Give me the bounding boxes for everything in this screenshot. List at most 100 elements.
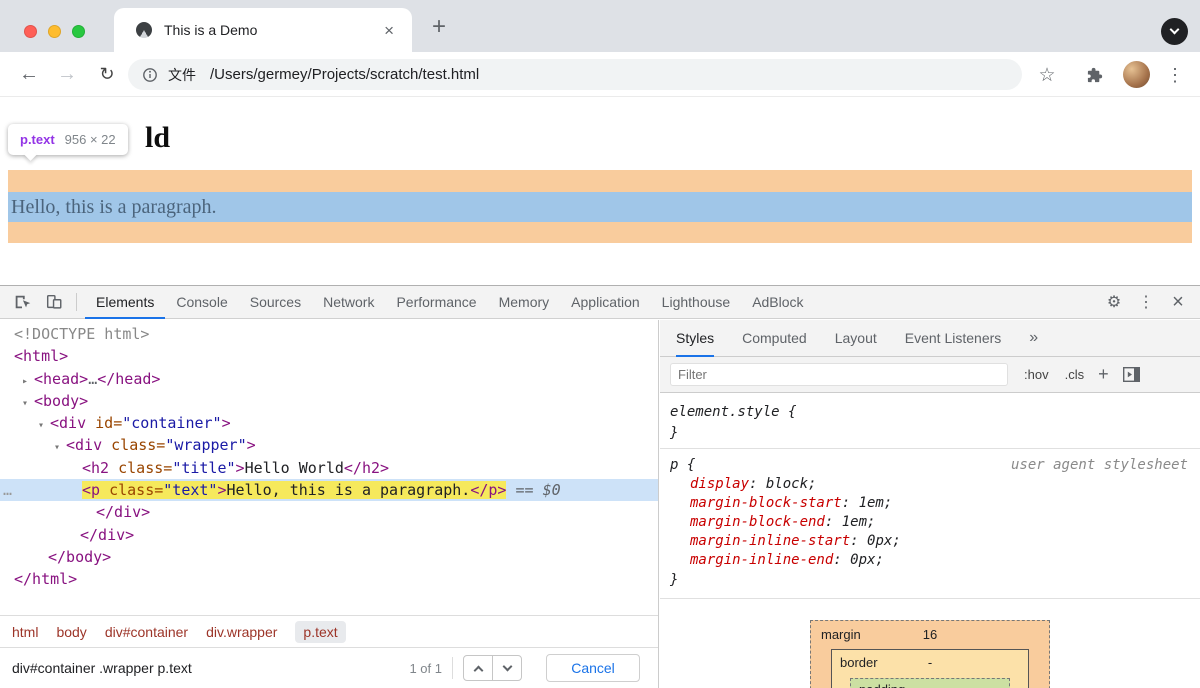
dom-tree-line[interactable]: ▾ <div id="container"> bbox=[0, 412, 658, 434]
page-heading-clipped: ld bbox=[145, 121, 171, 154]
url-text[interactable]: /Users/germey/Projects/scratch/test.html bbox=[210, 66, 479, 83]
css-declaration[interactable]: margin-block-start: 1em; bbox=[670, 494, 1190, 513]
device-toolbar-icon[interactable] bbox=[40, 288, 68, 316]
find-next-button[interactable] bbox=[492, 655, 522, 681]
reload-button[interactable]: ↻ bbox=[94, 61, 120, 87]
devtools-toolbar: Elements Console Sources Network Perform… bbox=[0, 286, 1200, 319]
find-input[interactable] bbox=[12, 660, 342, 676]
dom-tree: <!DOCTYPE html> <html> ▸ <head>…</head> ▾… bbox=[0, 320, 658, 615]
dom-tree-line[interactable]: <!DOCTYPE html> bbox=[0, 323, 658, 345]
tab-network[interactable]: Network bbox=[312, 286, 385, 319]
find-bar-divider bbox=[452, 657, 453, 679]
rule-selector[interactable]: p { bbox=[670, 455, 695, 475]
breadcrumb-p-text[interactable]: p.text bbox=[295, 620, 346, 643]
address-bar[interactable]: 文件 /Users/germey/Projects/scratch/test.h… bbox=[128, 59, 1022, 90]
info-icon[interactable] bbox=[142, 67, 158, 83]
breadcrumb-html[interactable]: html bbox=[12, 624, 38, 640]
page-viewport: ld p.text 956 × 22 Hello, this is a para… bbox=[0, 97, 1200, 285]
devtools-body: <!DOCTYPE html> <html> ▸ <head>…</head> ▾… bbox=[0, 320, 1200, 688]
tab-sources[interactable]: Sources bbox=[239, 286, 312, 319]
highlighted-paragraph[interactable]: Hello, this is a paragraph. bbox=[8, 192, 1192, 222]
navigation-bar: ← → ↻ 文件 /Users/germey/Projects/scratch/… bbox=[0, 52, 1200, 97]
elements-pane: <!DOCTYPE html> <html> ▸ <head>…</head> ▾… bbox=[0, 320, 659, 688]
new-style-rule-icon[interactable]: + bbox=[1098, 364, 1109, 385]
dom-tree-line[interactable]: </html> bbox=[0, 568, 658, 590]
tab-elements[interactable]: Elements bbox=[85, 286, 165, 319]
box-model-diagram[interactable]: margin 16 border - padding bbox=[810, 620, 1050, 688]
tab-overflow-icon[interactable]: » bbox=[1029, 329, 1038, 347]
tab-favicon-icon bbox=[136, 22, 152, 38]
user-agent-rule[interactable]: p { user agent stylesheet display: block… bbox=[660, 449, 1200, 598]
dom-tree-line[interactable]: </div> bbox=[0, 524, 658, 546]
tab-performance[interactable]: Performance bbox=[385, 286, 487, 319]
toggle-hover-state-button[interactable]: :hov bbox=[1024, 367, 1049, 382]
devtools-close-icon[interactable]: × bbox=[1164, 288, 1192, 316]
tab-console[interactable]: Console bbox=[165, 286, 238, 319]
chevron-up-icon bbox=[473, 665, 483, 675]
dom-tree-line[interactable]: <h2 class="title">Hello World</h2> bbox=[0, 457, 658, 479]
css-declaration[interactable]: display: block; bbox=[670, 475, 1190, 494]
back-button[interactable]: ← bbox=[16, 61, 42, 87]
scheme-label: 文件 bbox=[168, 66, 196, 83]
tab-computed[interactable]: Computed bbox=[742, 320, 807, 357]
dom-tree-line-selected[interactable]: … <p class="text">Hello, this is a paragr… bbox=[0, 479, 658, 502]
toggle-sidebar-icon[interactable] bbox=[1122, 367, 1140, 382]
breadcrumb: html body div#container div.wrapper p.te… bbox=[0, 615, 658, 647]
styles-filter-input[interactable] bbox=[670, 363, 1008, 386]
find-previous-button[interactable] bbox=[463, 655, 493, 681]
tab-adblock[interactable]: AdBlock bbox=[741, 286, 814, 319]
more-actions-indicator[interactable]: … bbox=[3, 479, 12, 501]
browser-update-chevron-button[interactable] bbox=[1161, 18, 1188, 45]
tooltip-caret bbox=[24, 148, 37, 161]
tab-styles[interactable]: Styles bbox=[676, 320, 714, 357]
chevron-down-icon bbox=[502, 661, 512, 672]
highlight-margin-top bbox=[8, 170, 1192, 192]
forward-button[interactable]: → bbox=[54, 61, 80, 87]
tooltip-selector: p.text bbox=[20, 132, 55, 147]
browser-menu-kebab-icon[interactable]: ⋮ bbox=[1162, 62, 1188, 88]
tab-layout[interactable]: Layout bbox=[835, 320, 877, 357]
dom-tree-line[interactable]: ▾ <body> bbox=[0, 390, 658, 412]
browser-tab[interactable]: This is a Demo × bbox=[114, 8, 412, 52]
profile-avatar[interactable] bbox=[1123, 61, 1150, 88]
traffic-light-fullscreen[interactable] bbox=[72, 25, 85, 38]
box-model-border-top-value[interactable]: - bbox=[832, 655, 1028, 670]
highlight-margin-bottom bbox=[8, 222, 1192, 243]
box-model-padding-box[interactable]: padding bbox=[850, 678, 1010, 688]
tab-close-icon[interactable]: × bbox=[380, 20, 398, 41]
css-declaration[interactable]: margin-inline-start: 0px; bbox=[670, 532, 1190, 551]
breadcrumb-div-wrapper[interactable]: div.wrapper bbox=[206, 624, 277, 640]
dom-tree-line[interactable]: ▸ <head>…</head> bbox=[0, 368, 658, 390]
dom-tree-line[interactable]: </div> bbox=[0, 501, 658, 523]
tab-application[interactable]: Application bbox=[560, 286, 651, 319]
element-style-rule[interactable]: element.style { } bbox=[660, 394, 1200, 448]
tab-event-listeners[interactable]: Event Listeners bbox=[905, 320, 1002, 357]
element-style-open[interactable]: element.style { bbox=[670, 402, 1200, 423]
css-declaration[interactable]: margin-block-end: 1em; bbox=[670, 513, 1190, 532]
tab-lighthouse[interactable]: Lighthouse bbox=[651, 286, 742, 319]
rule-divider bbox=[660, 598, 1200, 599]
toggle-class-button[interactable]: .cls bbox=[1065, 367, 1085, 382]
bookmark-star-icon[interactable]: ☆ bbox=[1034, 62, 1060, 88]
devtools-panel: Elements Console Sources Network Perform… bbox=[0, 285, 1200, 688]
dom-tree-line[interactable]: ▾ <div class="wrapper"> bbox=[0, 434, 658, 456]
devtools-settings-gear-icon[interactable]: ⚙ bbox=[1100, 288, 1128, 316]
box-model-border-box[interactable]: border - padding bbox=[831, 649, 1029, 688]
styles-content: element.style { } p { user agent stylesh… bbox=[660, 394, 1200, 688]
dom-tree-line[interactable]: </body> bbox=[0, 546, 658, 568]
styles-tab-bar: Styles Computed Layout Event Listeners » bbox=[660, 320, 1200, 357]
dom-tree-line[interactable]: <html> bbox=[0, 345, 658, 367]
traffic-light-close[interactable] bbox=[24, 25, 37, 38]
box-model-margin-top-value[interactable]: 16 bbox=[811, 627, 1049, 642]
breadcrumb-div-container[interactable]: div#container bbox=[105, 624, 188, 640]
inspect-element-icon[interactable] bbox=[8, 288, 36, 316]
devtools-menu-kebab-icon[interactable]: ⋮ bbox=[1132, 288, 1160, 316]
extensions-puzzle-icon[interactable] bbox=[1082, 62, 1108, 88]
cancel-button[interactable]: Cancel bbox=[546, 654, 640, 682]
traffic-light-minimize[interactable] bbox=[48, 25, 61, 38]
new-tab-button[interactable]: + bbox=[424, 12, 454, 42]
css-declaration[interactable]: margin-inline-end: 0px; bbox=[670, 551, 1190, 570]
breadcrumb-body[interactable]: body bbox=[56, 624, 86, 640]
styles-sidebar: Styles Computed Layout Event Listeners »… bbox=[660, 320, 1200, 688]
tab-memory[interactable]: Memory bbox=[488, 286, 561, 319]
